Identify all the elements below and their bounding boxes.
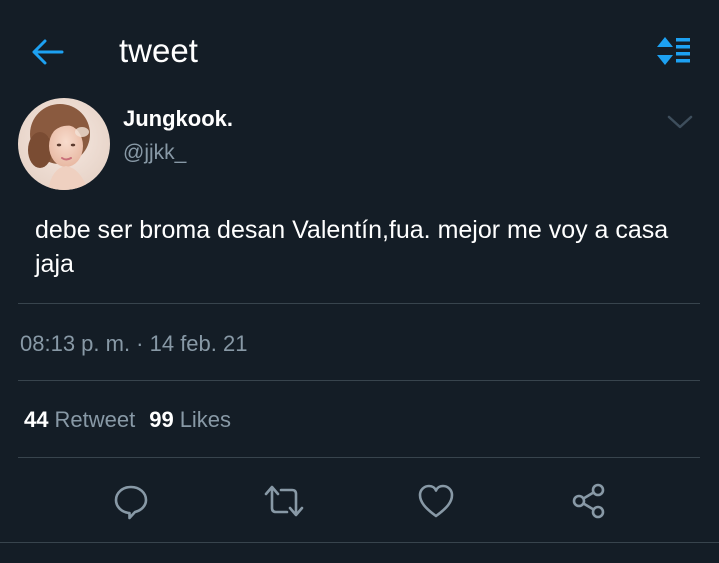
likes-label: Likes [179,407,232,432]
avatar[interactable] [18,98,110,190]
author-handle[interactable]: @jjkk_ [123,139,186,167]
retweet-icon [264,485,304,517]
divider [18,457,700,458]
like-button[interactable] [414,479,458,523]
author-display-name[interactable]: Jungkook. [123,104,233,134]
sort-button[interactable] [653,34,693,68]
top-app-bar: tweet [0,0,719,98]
chevron-down-icon [667,115,693,129]
retweet-button[interactable] [262,479,306,523]
divider [0,542,719,543]
likes-count: 99 [149,407,174,432]
share-icon [572,483,605,519]
share-button[interactable] [567,479,611,523]
reply-button[interactable] [109,479,153,523]
retweets-count: 44 [24,407,49,432]
arrow-left-icon [32,39,64,65]
back-button[interactable] [28,32,68,72]
tweet-stats: 44 Retweet 99 Likes [24,406,245,434]
tweet-text: debe ser broma desan Valentín,fua. mejor… [35,216,669,278]
retweets-stat[interactable]: 44 Retweet [24,406,135,434]
speech-bubble-icon [114,485,148,520]
retweets-label: Retweet [54,407,136,432]
divider [18,303,700,304]
likes-stat[interactable]: 99 Likes [149,406,231,434]
profile-photo-image [18,98,110,190]
sort-list-icon [657,37,690,65]
divider [18,380,700,381]
tweet-timestamp: 08:13 p. m. · 14 feb. 21 [20,331,248,356]
heart-icon [418,484,454,518]
page-title: tweet [119,32,198,69]
tweet-options-button[interactable] [664,110,696,134]
